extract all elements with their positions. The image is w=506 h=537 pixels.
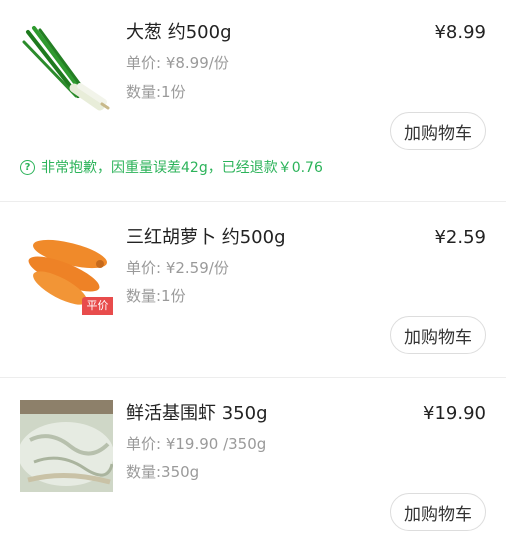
unit-price: 单价: ¥8.99/份	[126, 54, 229, 72]
divider	[0, 201, 506, 202]
product-price: ¥2.59	[434, 227, 486, 248]
divider	[0, 377, 506, 378]
quantity: 数量:1份	[126, 83, 186, 101]
price-badge: 平价	[82, 297, 113, 315]
product-name[interactable]: 鲜活基围虾 350g	[126, 403, 268, 425]
add-to-cart-button[interactable]: 加购物车	[390, 493, 486, 531]
quantity: 数量:350g	[126, 463, 200, 481]
product-price: ¥8.99	[434, 22, 486, 43]
refund-notice: ? 非常抱歉，因重量误差42g，已经退款￥0.76	[20, 157, 323, 177]
add-to-cart-button[interactable]: 加购物车	[390, 316, 486, 354]
quantity: 数量:1份	[126, 287, 186, 305]
product-price: ¥19.90	[423, 403, 486, 424]
refund-notice-text: 非常抱歉，因重量误差42g，已经退款￥0.76	[41, 160, 323, 176]
product-image-green-onion[interactable]	[20, 20, 113, 112]
unit-price: 单价: ¥2.59/份	[126, 259, 229, 277]
add-to-cart-button[interactable]: 加购物车	[390, 112, 486, 150]
product-image-shrimp[interactable]	[20, 400, 113, 492]
question-icon: ?	[20, 159, 35, 175]
product-name[interactable]: 大葱 约500g	[126, 22, 232, 44]
unit-price: 单价: ¥19.90 /350g	[126, 435, 267, 453]
product-name[interactable]: 三红胡萝卜 约500g	[126, 227, 286, 249]
